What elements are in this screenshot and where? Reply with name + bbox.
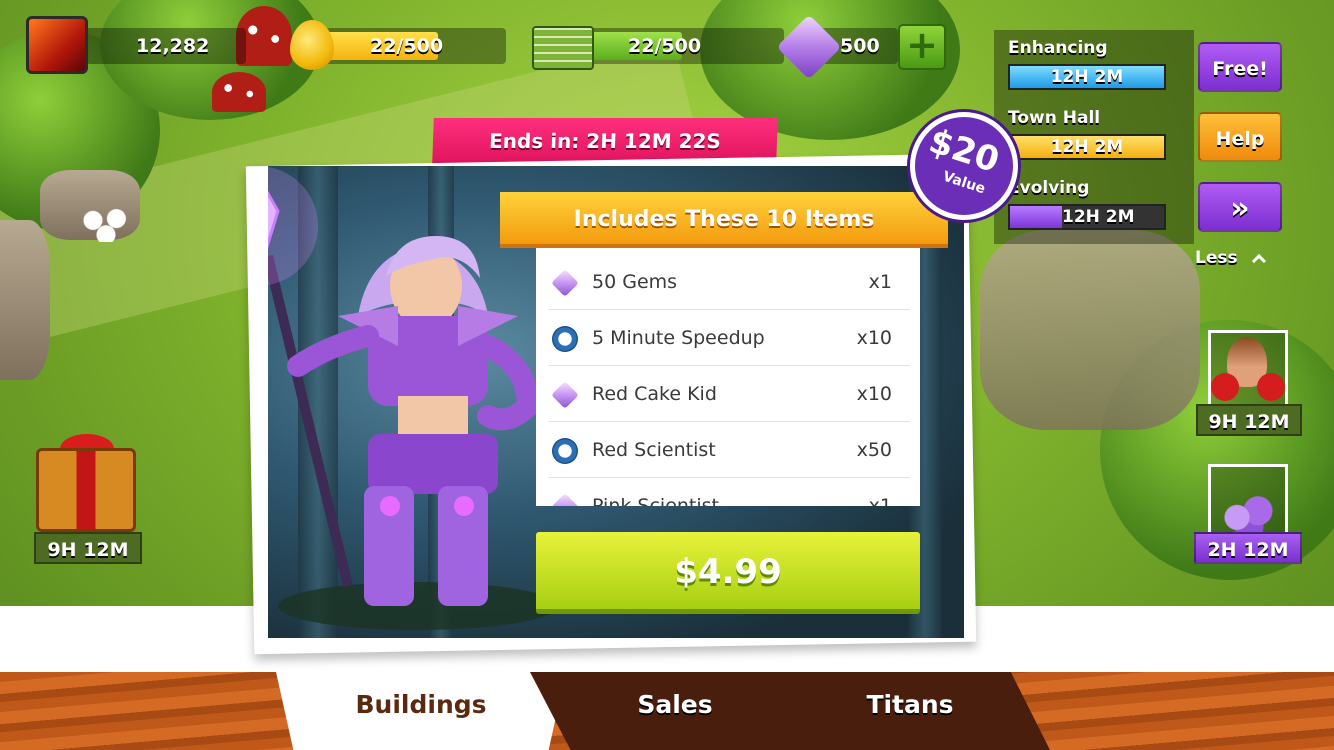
town-hall-time: 12H 2M (1050, 137, 1124, 157)
cash-stack-icon (532, 26, 594, 70)
item-qty: x1 (868, 495, 892, 506)
buy-button[interactable]: $4.99 (536, 532, 920, 614)
mushroom (212, 72, 266, 112)
offer-items-list[interactable]: 50 Gems x1 5 Minute Speedup x10 Red Cake… (536, 248, 920, 506)
item-name: Red Scientist (592, 439, 716, 461)
rock (980, 230, 1200, 430)
trophy-value: 12,282 (136, 35, 210, 57)
gem-icon (551, 493, 579, 506)
tab-titans[interactable]: Titans (770, 672, 1050, 750)
enhancing-label: Enhancing (1008, 38, 1108, 58)
item-qty: x50 (856, 439, 892, 461)
flowers (80, 206, 132, 242)
add-gems-button[interactable]: + (898, 24, 946, 70)
boxing-glove-icon (1257, 373, 1285, 401)
item-name: 5 Minute Speedup (592, 327, 765, 349)
trophy-counter: 12,282 (86, 28, 246, 64)
item-name: Pink Scientist (592, 495, 719, 506)
less-label: Less (1195, 248, 1238, 268)
gem-icon (551, 381, 579, 409)
chevron-up-icon (1251, 253, 1266, 269)
boxer-timer: 9H 12M (1196, 404, 1302, 436)
town-hall-label: Town Hall (1008, 108, 1101, 128)
less-toggle[interactable]: Less (1195, 248, 1266, 269)
list-item: Pink Scientist x1 (548, 478, 910, 506)
evolving-progress: 12H 2M (1008, 204, 1166, 230)
list-item: 5 Minute Speedup x10 (548, 310, 910, 366)
offer-ribbon: Includes These 10 Items (500, 192, 948, 248)
enhancing-progress: 12H 2M (1008, 64, 1166, 90)
skip-button[interactable]: » (1198, 182, 1282, 232)
evolving-time: 12H 2M (1062, 207, 1135, 227)
enhancing-time: 12H 2M (1050, 67, 1124, 87)
gift-box-icon[interactable] (36, 448, 136, 532)
gem-pile-icon (1219, 491, 1279, 535)
evolving-fill (1010, 206, 1063, 228)
town-hall-progress: 12H 2M (1008, 134, 1166, 160)
value-badge: $20 Value (910, 112, 1018, 220)
boxing-glove-icon (1211, 373, 1239, 401)
item-qty: x10 (856, 383, 892, 405)
list-item: Red Scientist x50 (548, 422, 910, 478)
cash-value: 22/500 (628, 35, 702, 57)
clock-icon (552, 438, 578, 464)
cash-counter: 22/500 (570, 28, 784, 64)
item-name: Red Cake Kid (592, 383, 717, 405)
help-button[interactable]: Help (1198, 112, 1282, 162)
boxer-hero-frame[interactable] (1208, 330, 1288, 412)
gem-icon (551, 269, 579, 297)
gift-timer: 9H 12M (34, 532, 142, 564)
player-avatar[interactable] (26, 16, 88, 74)
rock (0, 220, 50, 380)
clock-icon (552, 326, 578, 352)
gem-pile-timer: 2H 12M (1194, 532, 1302, 564)
evolving-label: Evolving (1008, 178, 1090, 198)
item-qty: x1 (868, 271, 892, 293)
list-item: 50 Gems x1 (548, 254, 910, 310)
item-name: 50 Gems (592, 271, 678, 293)
tab-buildings[interactable]: Buildings (276, 672, 566, 750)
list-item: Red Cake Kid x10 (548, 366, 910, 422)
gold-value: 22/500 (370, 35, 444, 57)
item-qty: x10 (856, 327, 892, 349)
gold-counter: 22/500 (316, 28, 506, 64)
gem-value: 500 (840, 35, 880, 57)
free-button[interactable]: Free! (1198, 42, 1282, 92)
